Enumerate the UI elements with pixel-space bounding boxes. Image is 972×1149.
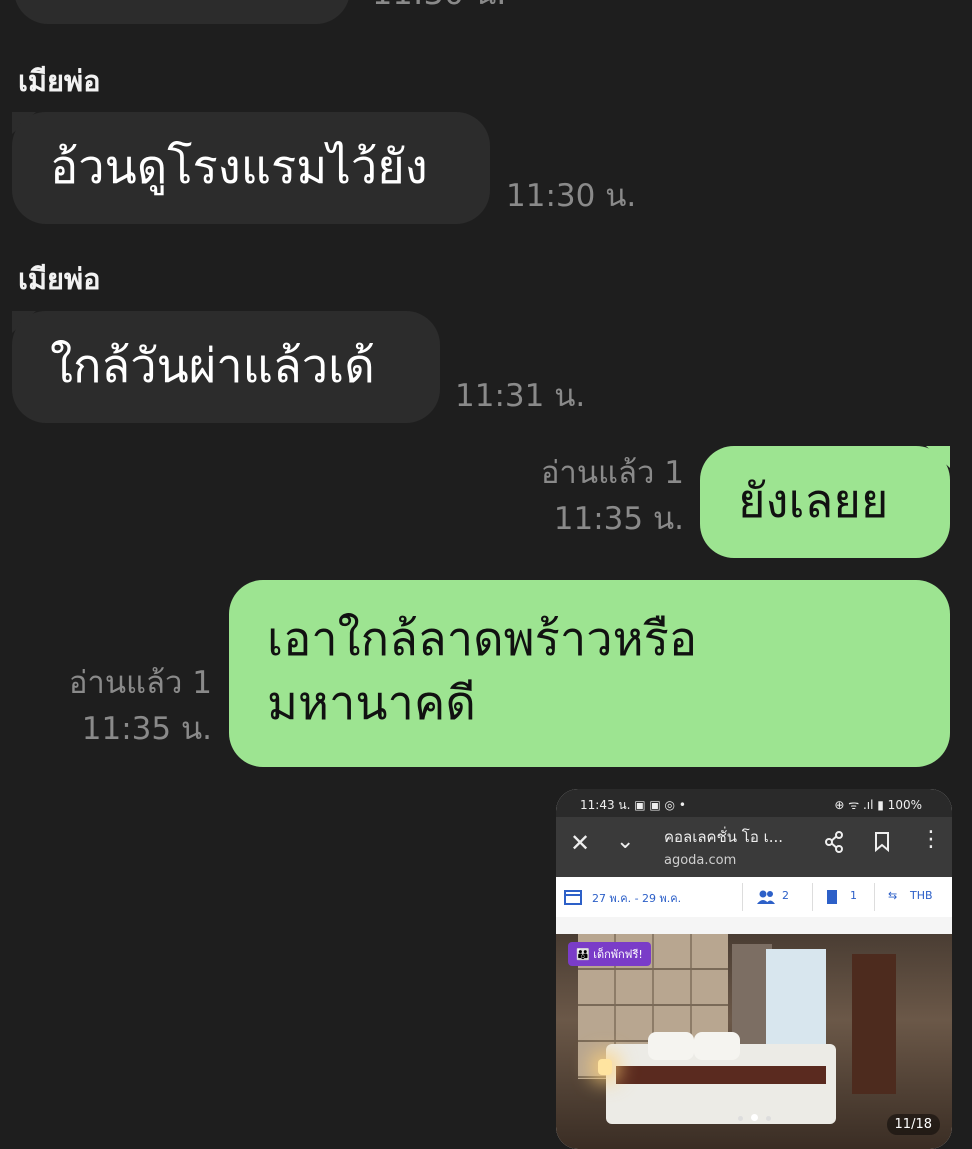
message-text-line: เอาใกล้ลาดพร้าวหรือ — [267, 612, 698, 667]
room-count: 1 — [850, 889, 857, 902]
sender-name: เมียพ่อ — [18, 64, 101, 98]
message-time: 11:35 น. — [81, 711, 212, 747]
bookmark-icon — [874, 831, 890, 857]
carousel-dots — [734, 1106, 775, 1125]
currency-icon: ⇆ — [888, 889, 898, 902]
page-title: คอลเลคชั่น โอ เ... — [664, 828, 784, 846]
family-icon: 👪 — [576, 948, 590, 961]
more-icon: ⋮ — [920, 827, 942, 852]
room-icon — [826, 889, 840, 905]
guest-count: 2 — [782, 889, 789, 902]
calendar-icon — [564, 889, 582, 905]
image-message[interactable]: 11:43 น. ▣ ▣ ◎ • ⊕ ᯤ .ıl ▮ 100% ✕ ⌄ คอลเ… — [556, 789, 952, 1149]
browser-toolbar: ✕ ⌄ คอลเลคชั่น โอ เ... agoda.com ⋮ — [556, 817, 952, 877]
kids-stay-free-badge: 👪 เด็กพักฟรี! — [568, 942, 651, 966]
outgoing-message-bubble[interactable]: ยังเลยย — [700, 446, 950, 558]
sender-name: เมียพ่อ — [18, 262, 101, 296]
close-icon: ✕ — [570, 829, 591, 857]
message-time: 11:31 น. — [455, 378, 586, 414]
message-meta: อ่านแล้ว 1 11:35 น. — [69, 660, 212, 752]
previous-message-bubble[interactable] — [14, 0, 350, 24]
share-icon — [824, 831, 844, 857]
read-receipt: อ่านแล้ว 1 — [540, 455, 684, 491]
page-url: agoda.com — [664, 853, 737, 868]
message-meta: อ่านแล้ว 1 11:35 น. — [541, 450, 684, 542]
previous-message-time: 11:30 น. — [372, 0, 506, 19]
message-time: 11:30 น. — [506, 178, 637, 214]
read-receipt: อ่านแล้ว 1 — [68, 665, 212, 701]
chevron-down-icon: ⌄ — [616, 829, 635, 854]
status-indicators: ⊕ ᯤ .ıl ▮ 100% — [834, 798, 922, 812]
guests-icon — [756, 889, 776, 905]
outgoing-message-bubble[interactable]: เอาใกล้ลาดพร้าวหรือ มหานาคดี — [229, 580, 950, 767]
photo-counter: 11/18 — [886, 1114, 940, 1135]
message-time: 11:35 น. — [553, 501, 684, 537]
status-time: 11:43 น. ▣ ▣ ◎ • — [580, 798, 686, 812]
hotel-room-photo: 👪 เด็กพักฟรี! 11/18 — [556, 934, 952, 1149]
booking-dates: 27 พ.ค. - 29 พ.ค. — [592, 892, 682, 905]
incoming-message-bubble[interactable]: อ้วนดูโรงแรมไว้ยัง — [12, 112, 490, 224]
message-text-line: มหานาคดี — [267, 676, 476, 731]
status-bar: 11:43 น. ▣ ▣ ◎ • ⊕ ᯤ .ıl ▮ 100% — [556, 789, 952, 817]
incoming-message-bubble[interactable]: ใกล้วันผ่าแล้วเด้ — [12, 311, 440, 423]
section-heading-strip — [556, 917, 952, 934]
booking-bar: 27 พ.ค. - 29 พ.ค. 2 1 ⇆ THB — [556, 877, 952, 918]
currency: THB — [910, 889, 933, 902]
